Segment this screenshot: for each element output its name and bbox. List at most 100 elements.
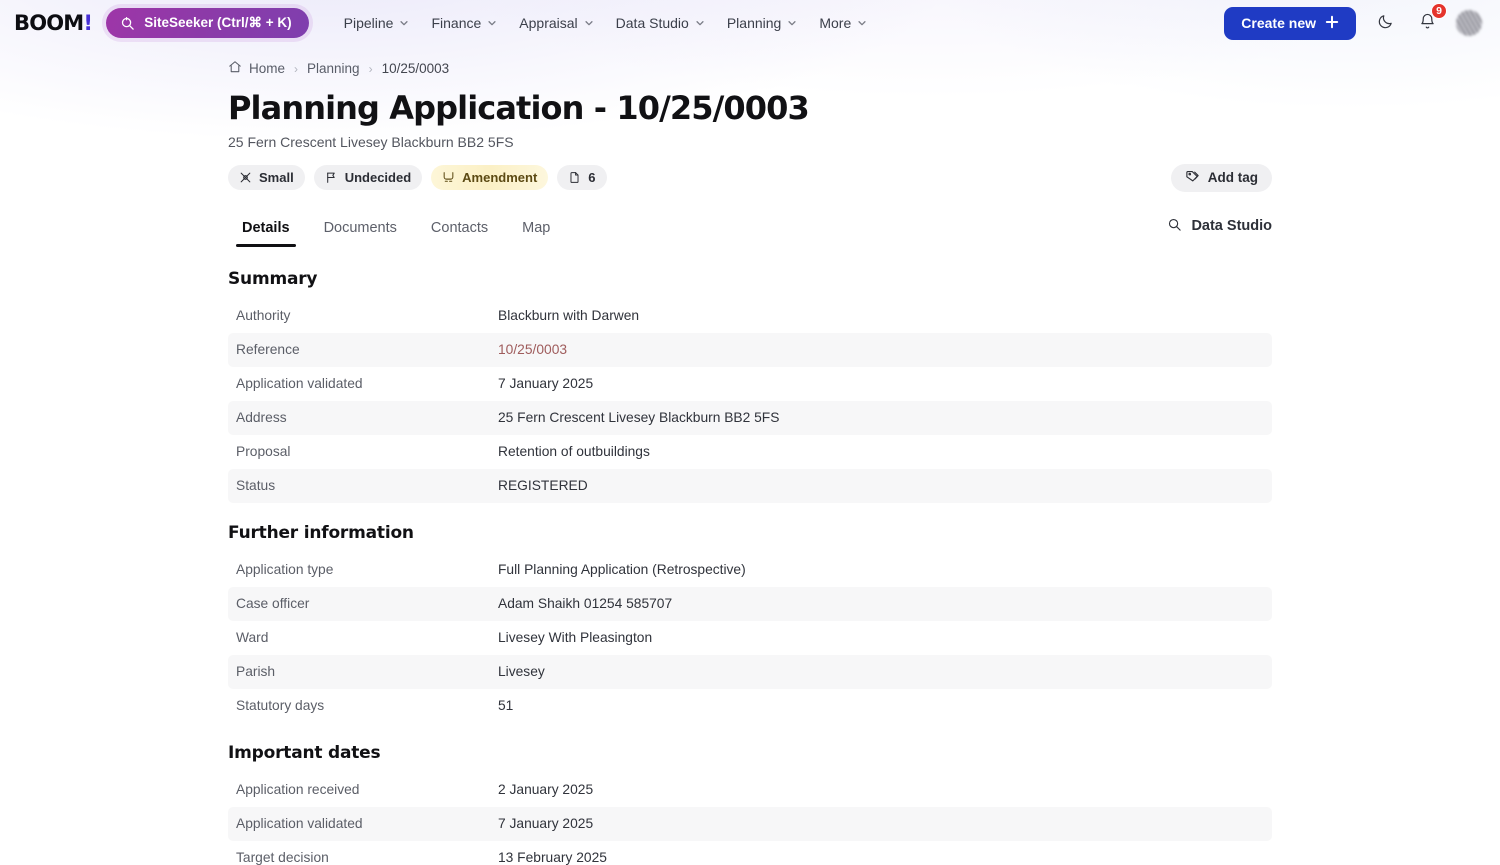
row-value: 13 February 2025: [498, 850, 607, 865]
row-value: 7 January 2025: [498, 816, 594, 832]
row-key: Target decision: [236, 850, 329, 865]
status-badge-size[interactable]: Small: [228, 165, 305, 191]
tab-list: Details Documents Contacts Map: [228, 214, 564, 247]
page-subtitle: 25 Fern Crescent Livesey Blackburn BB2 5…: [228, 133, 514, 150]
breadcrumb-label: Home: [249, 61, 286, 76]
row-value: Livesey With Pleasington: [498, 630, 653, 646]
row-value: Blackburn with Darwen: [498, 308, 640, 324]
tab-details[interactable]: Details: [228, 214, 304, 247]
section-summary: Summary Authority Blackburn with Darwen …: [228, 269, 1500, 503]
page-content: Home › Planning › 10/25/0003 Planning Ap…: [0, 46, 1500, 865]
breadcrumb: Home › Planning › 10/25/0003: [228, 60, 1500, 77]
scale-icon: [239, 171, 252, 184]
status-chips-row: Small Undecided Amendment 6 Add tag: [228, 163, 1500, 192]
table-row: Application received 2 January 2025: [228, 773, 1272, 807]
tab-map[interactable]: Map: [508, 214, 564, 247]
nav-item-planning[interactable]: Planning: [716, 9, 809, 37]
search-target-icon: [120, 16, 135, 31]
table-row: Application validated 7 January 2025: [228, 367, 1272, 401]
row-key: Case officer: [236, 596, 310, 612]
document-icon: [568, 171, 581, 184]
app-root: BOOM! SiteSeeker (Ctrl/⌘ + K) Pipeline F…: [0, 0, 1500, 865]
theme-toggle-button[interactable]: [1372, 10, 1398, 36]
add-tag-button[interactable]: Add tag: [1170, 163, 1272, 192]
table-row: Statutory days 51: [228, 689, 1272, 723]
table-row: Target decision 13 February 2025: [228, 841, 1272, 865]
table-row: Status REGISTERED: [228, 468, 1272, 503]
important-dates-table: Application received 2 January 2025 Appl…: [228, 773, 1272, 865]
nav-item-label: Planning: [726, 15, 782, 31]
status-badge-label: Undecided: [344, 170, 412, 186]
nav-item-data-studio[interactable]: Data Studio: [605, 9, 716, 37]
section-title: Important dates: [228, 742, 381, 763]
nav-item-appraisal[interactable]: Appraisal: [508, 9, 604, 37]
row-key: Reference: [236, 342, 300, 358]
brand-logo-text: BOOM: [14, 10, 84, 35]
row-key: Application type: [236, 562, 334, 578]
tab-contacts[interactable]: Contacts: [417, 214, 502, 247]
breadcrumb-item-planning[interactable]: Planning: [307, 61, 360, 76]
row-value: REGISTERED: [498, 478, 588, 494]
create-new-button[interactable]: Create new: [1224, 6, 1356, 40]
row-key: Ward: [236, 630, 269, 646]
status-badge-label: Amendment: [462, 170, 538, 186]
siteseeker-button[interactable]: SiteSeeker (Ctrl/⌘ + K): [106, 8, 309, 38]
breadcrumb-item-home[interactable]: Home: [228, 60, 285, 77]
table-row: Application validated 7 January 2025: [228, 806, 1272, 841]
summary-table: Authority Blackburn with Darwen Referenc…: [228, 299, 1272, 503]
row-key: Application validated: [236, 816, 363, 832]
status-badge-decision[interactable]: Undecided: [313, 165, 423, 191]
nav-item-finance[interactable]: Finance: [420, 9, 508, 37]
moon-icon: [1377, 13, 1394, 33]
nav-item-pipeline[interactable]: Pipeline: [333, 9, 421, 37]
siteseeker-label: SiteSeeker (Ctrl/⌘ + K): [144, 15, 292, 30]
section-important-dates: Important dates Application received 2 J…: [228, 743, 1500, 865]
tags-icon: [1185, 169, 1200, 187]
top-navigation-bar: BOOM! SiteSeeker (Ctrl/⌘ + K) Pipeline F…: [0, 0, 1500, 46]
row-value: 51: [498, 698, 514, 714]
status-badge-label: 6: [588, 170, 596, 186]
nav-item-more[interactable]: More: [808, 9, 878, 37]
section-title: Further information: [228, 522, 414, 543]
breadcrumb-separator: ›: [368, 61, 373, 76]
create-new-label: Create new: [1241, 15, 1316, 31]
row-key: Status: [236, 478, 276, 494]
chevron-down-icon: [788, 21, 796, 26]
status-badge-amendment[interactable]: Amendment: [431, 165, 549, 191]
row-value: 2 January 2025: [498, 782, 594, 798]
tab-documents[interactable]: Documents: [310, 214, 411, 247]
row-value: Livesey: [498, 664, 545, 680]
breadcrumb-item-current: 10/25/0003: [381, 61, 450, 76]
status-badge-label: Small: [259, 170, 294, 186]
status-badge-document-count[interactable]: 6: [557, 165, 607, 191]
row-value: 25 Fern Crescent Livesey Blackburn BB2 5…: [498, 410, 780, 426]
row-key: Application validated: [236, 376, 363, 392]
table-row: Case officer Adam Shaikh 01254 585707: [228, 586, 1272, 621]
data-studio-button[interactable]: Data Studio: [1167, 217, 1272, 247]
table-row: Application type Full Planning Applicati…: [228, 553, 1272, 587]
brand-logo[interactable]: BOOM!: [14, 10, 93, 35]
row-value: 7 January 2025: [498, 376, 594, 392]
table-row: Reference 10/25/0003: [228, 332, 1272, 367]
nav-item-label: Data Studio: [615, 15, 689, 31]
table-row: Parish Livesey: [228, 654, 1272, 689]
chevron-down-icon: [400, 21, 409, 26]
avatar[interactable]: [1456, 10, 1482, 36]
row-key: Address: [236, 410, 287, 426]
nav-item-label: Finance: [431, 15, 482, 31]
breadcrumb-separator: ›: [294, 61, 299, 76]
main-nav: Pipeline Finance Appraisal Data Studio P…: [333, 9, 879, 37]
further-information-table: Application type Full Planning Applicati…: [228, 553, 1272, 723]
section-title: Summary: [228, 268, 318, 289]
row-key: Proposal: [236, 444, 291, 460]
notifications-button[interactable]: 9: [1414, 3, 1447, 36]
nav-item-label: Appraisal: [519, 15, 578, 31]
row-key: Parish: [236, 664, 276, 680]
brand-logo-bang: !: [83, 10, 93, 35]
row-key: Authority: [236, 308, 291, 324]
nav-item-label: More: [819, 15, 852, 31]
chevron-down-icon: [858, 21, 866, 26]
table-row: Authority Blackburn with Darwen: [228, 299, 1272, 333]
data-studio-label: Data Studio: [1191, 218, 1272, 235]
table-row: Address 25 Fern Crescent Livesey Blackbu…: [228, 400, 1272, 435]
